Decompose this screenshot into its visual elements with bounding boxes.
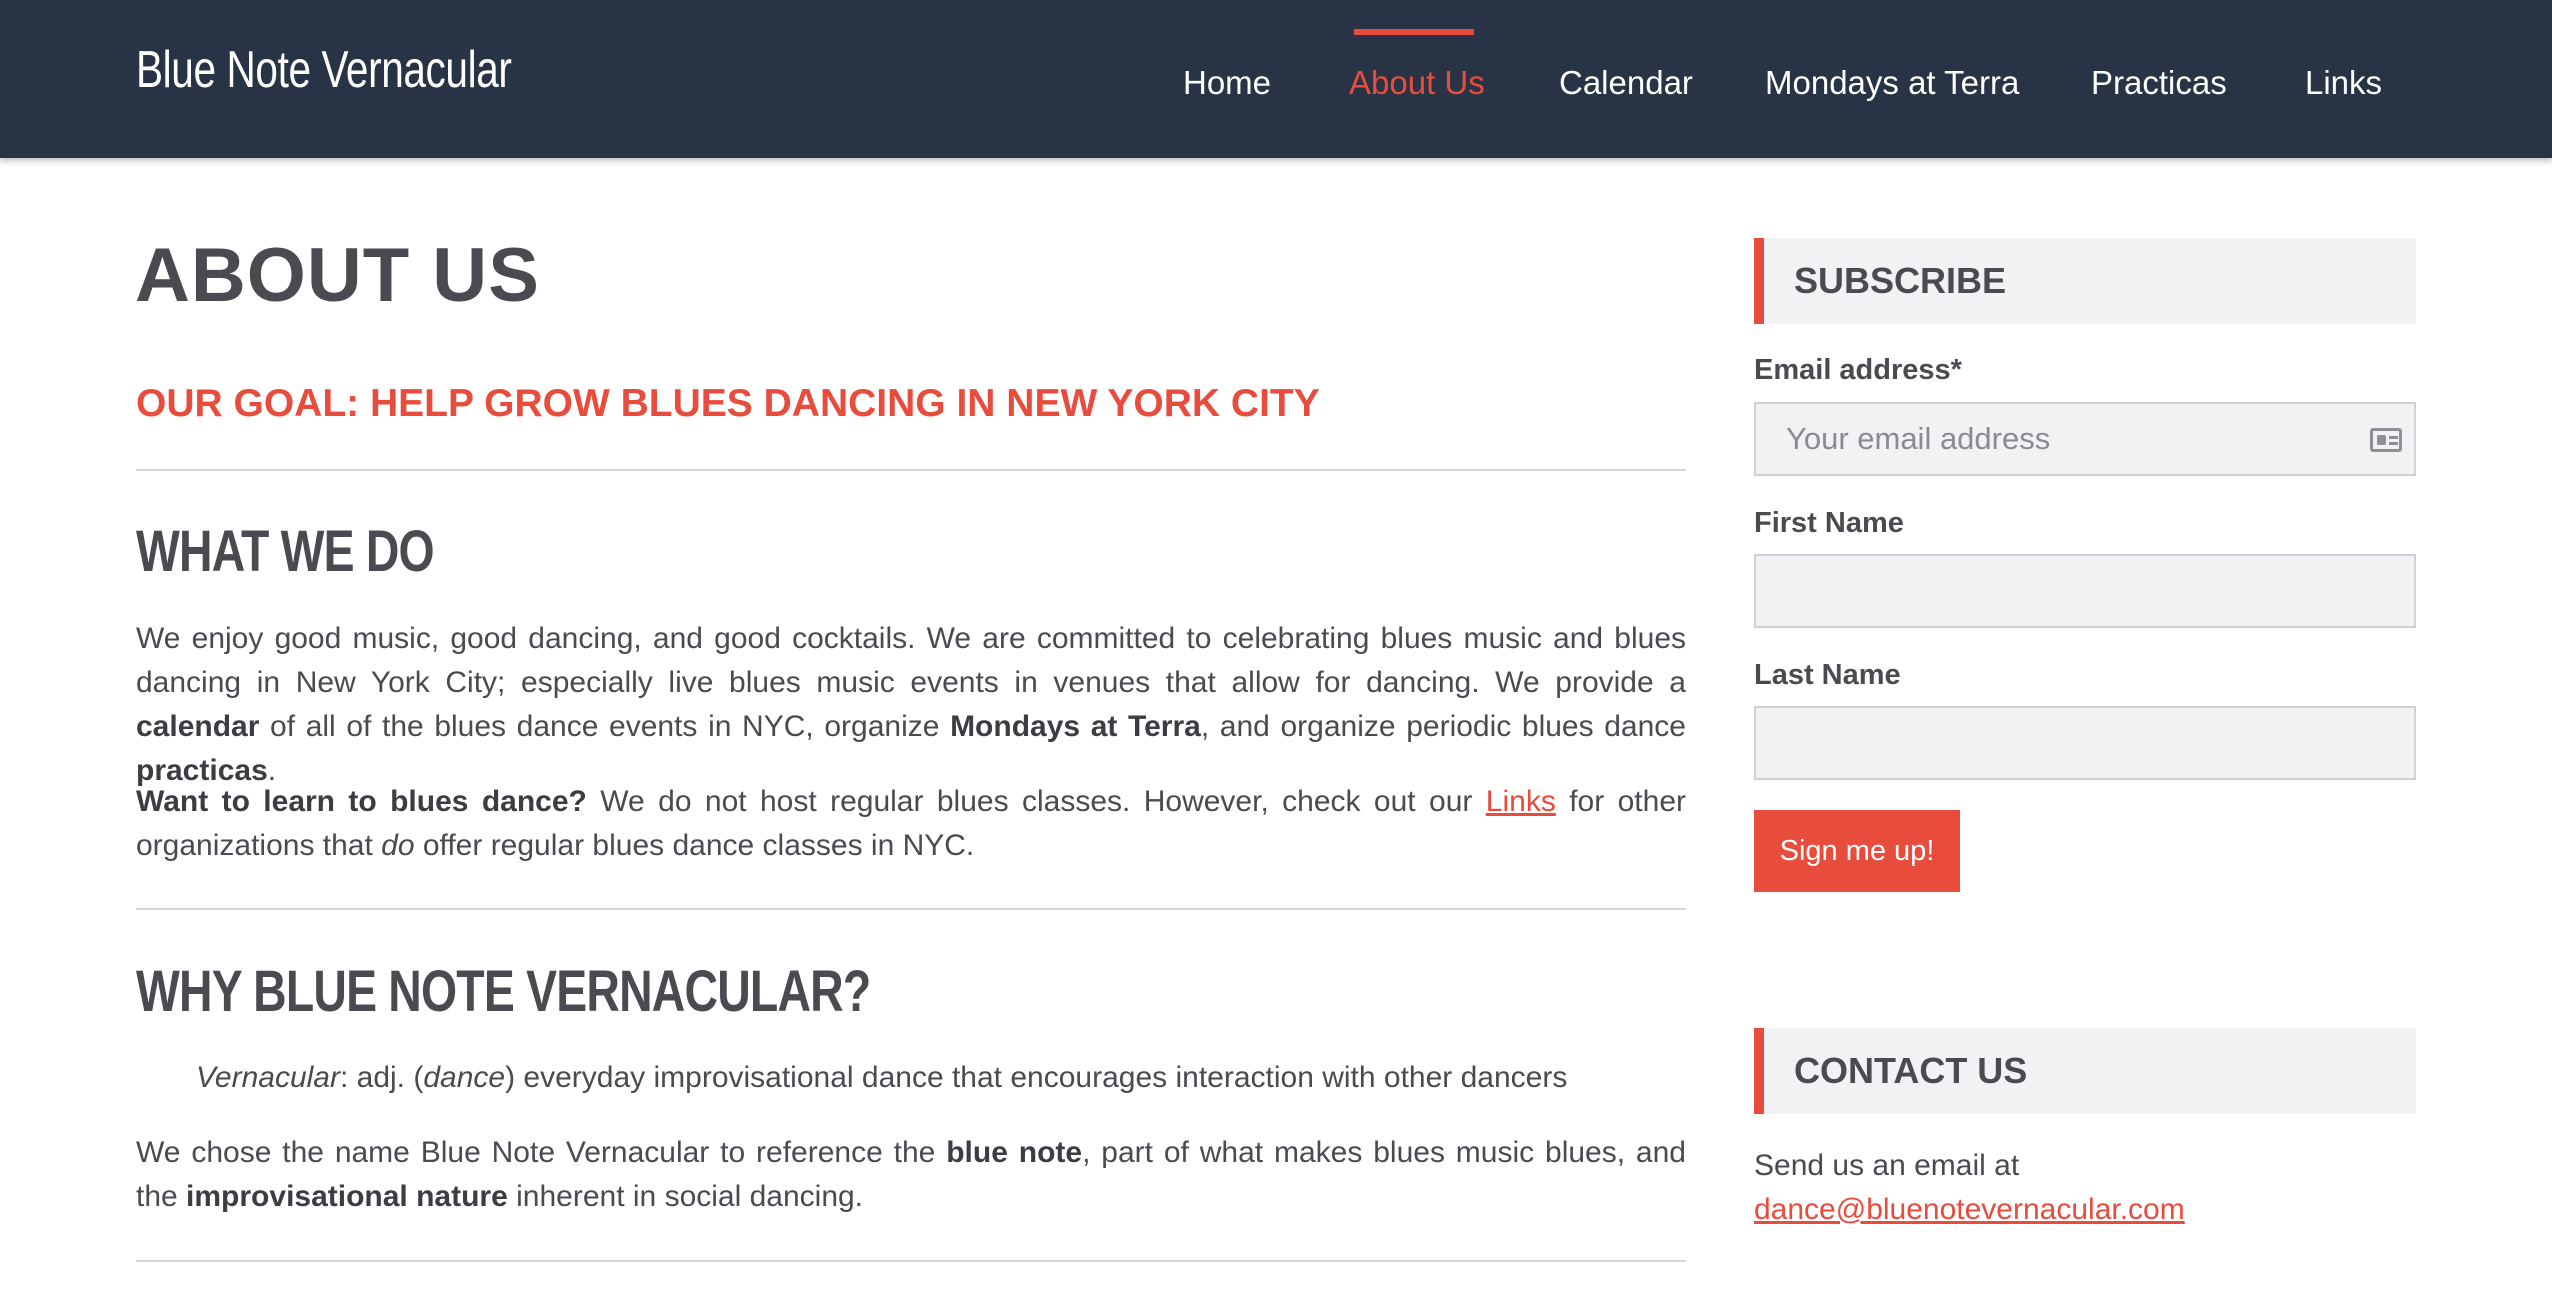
divider: [136, 908, 1686, 910]
site-title[interactable]: Blue Note Vernacular: [136, 40, 512, 100]
links-link[interactable]: Links: [1486, 785, 1556, 818]
nav-home[interactable]: Home: [1183, 64, 1271, 102]
contact-widget-header: CONTACT US: [1754, 1028, 2416, 1114]
subscribe-widget-header: SUBSCRIBE: [1754, 238, 2416, 324]
nav-practicas[interactable]: Practicas: [2091, 64, 2227, 102]
nav-about-us[interactable]: About Us: [1349, 64, 1485, 102]
learn-paragraph: Want to learn to blues dance? We do not …: [136, 785, 1686, 862]
what-we-do-paragraph: We enjoy good music, good dancing, and g…: [136, 622, 1686, 787]
sign-up-button[interactable]: Sign me up!: [1754, 810, 1960, 892]
calendar-bold: calendar: [136, 710, 260, 743]
divider: [136, 1260, 1686, 1262]
learn-question: Want to learn to blues dance?: [136, 785, 587, 818]
first-name-label: First Name: [1754, 507, 1904, 539]
mondays-bold: Mondays at Terra: [950, 710, 1201, 743]
email-field[interactable]: [1754, 402, 2416, 476]
goal-heading: OUR GOAL: HELP GROW BLUES DANCING IN NEW…: [136, 382, 1320, 425]
divider: [136, 469, 1686, 471]
email-label: Email address*: [1754, 354, 1962, 386]
blue-note-bold: blue note: [946, 1136, 1083, 1169]
nav-calendar[interactable]: Calendar: [1559, 64, 1693, 102]
name-paragraph: We chose the name Blue Note Vernacular t…: [136, 1136, 1686, 1213]
contact-text: Send us an email at dance@bluenotevernac…: [1754, 1144, 2185, 1232]
contact-email-link[interactable]: dance@bluenotevernacular.com: [1754, 1188, 2185, 1232]
contact-intro: Send us an email at: [1754, 1149, 2020, 1182]
last-name-field[interactable]: [1754, 706, 2416, 780]
vernacular-definition: Vernacular: adj. (dance) everyday improv…: [196, 1061, 1568, 1094]
first-name-field[interactable]: [1754, 554, 2416, 628]
what-we-do-heading: WHAT WE DO: [136, 519, 435, 584]
contact-heading: CONTACT US: [1794, 1050, 2028, 1091]
active-nav-indicator: [1354, 29, 1474, 35]
page-title: ABOUT US: [135, 233, 540, 318]
site-header: Blue Note Vernacular Home About Us Calen…: [0, 0, 2552, 158]
contact-card-icon: [2370, 428, 2402, 452]
why-heading: WHY BLUE NOTE VERNACULAR?: [136, 959, 871, 1024]
nav-mondays-at-terra[interactable]: Mondays at Terra: [1765, 64, 2019, 102]
subscribe-heading: SUBSCRIBE: [1794, 260, 2007, 301]
last-name-label: Last Name: [1754, 659, 1901, 691]
improvisational-bold: improvisational nature: [186, 1180, 508, 1213]
nav-links[interactable]: Links: [2305, 64, 2382, 102]
